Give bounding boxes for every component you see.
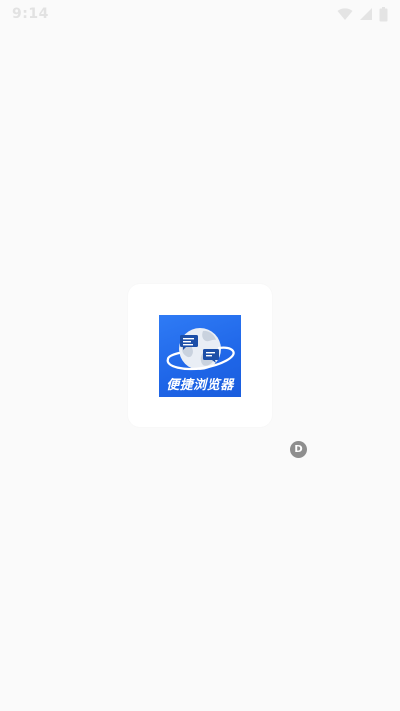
signal-icon [359,7,373,21]
status-bar: 9:14 [0,0,400,28]
wifi-icon [337,7,353,21]
logo-text: 便捷浏览器 [166,378,234,393]
status-time: 9:14 [12,6,49,22]
status-icons [337,6,388,22]
splash-card: 便捷浏览器 [128,284,272,427]
battery-icon [379,6,388,22]
app-logo: 便捷浏览器 [159,315,241,397]
debug-badge[interactable]: D [290,441,307,458]
splash-screen: 9:14 便捷浏览器 D [0,0,400,711]
